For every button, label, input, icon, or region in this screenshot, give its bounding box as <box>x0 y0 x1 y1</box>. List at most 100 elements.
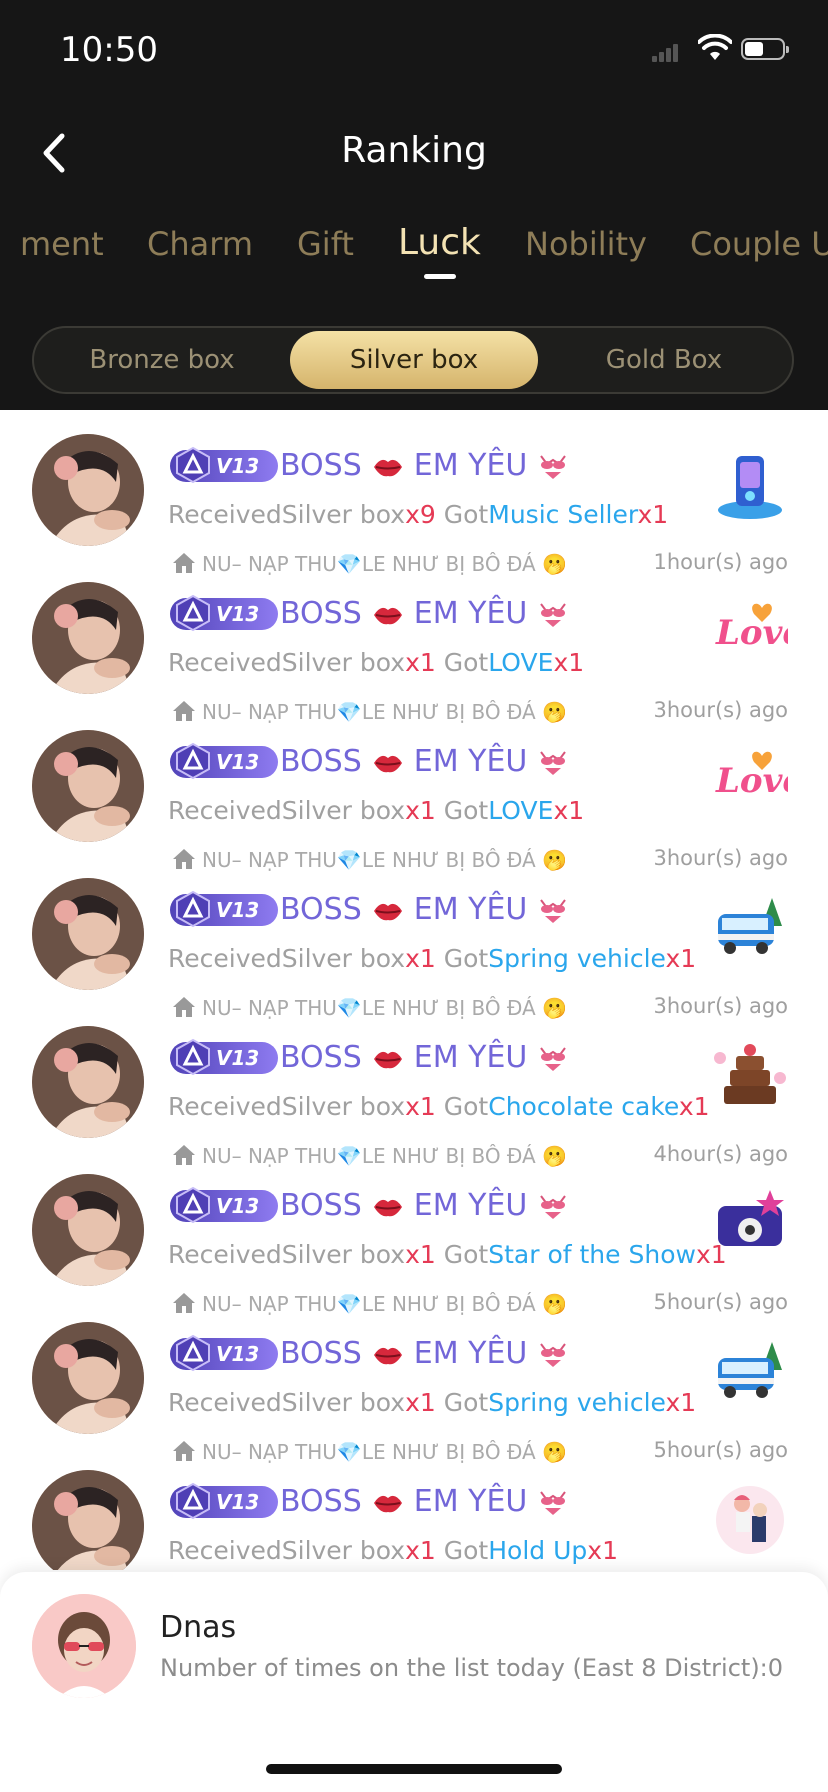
gift-name: Spring vehicle <box>488 944 666 973</box>
ranking-tabs: ment Charm Gift Luck Nobility Couple U <box>0 220 828 280</box>
tab-nobility[interactable]: Nobility <box>525 225 647 263</box>
user-name[interactable]: BOSS EM YÊU <box>280 1484 579 1519</box>
spring-vehicle-gift-icon <box>712 890 788 966</box>
music-seller-gift-icon <box>712 446 788 522</box>
user-name-prefix: BOSS <box>280 596 362 631</box>
vip-level-badge: V13 <box>170 446 278 484</box>
avatar[interactable] <box>32 1174 144 1286</box>
got-label: Got <box>443 1536 489 1565</box>
user-name-suffix: EM YÊU <box>413 596 528 631</box>
reward-description: ReceivedSilver boxx1 GotSpring vehiclex1 <box>168 944 696 973</box>
list-item[interactable]: V13 BOSS EM YÊU ReceivedSilver boxx1 GotL… <box>0 558 828 724</box>
gift-name: LOVE <box>488 648 554 677</box>
tab-charm[interactable]: Charm <box>147 225 253 263</box>
box-count: x1 <box>405 944 436 973</box>
box-name: Silver box <box>281 796 406 825</box>
box-count: x1 <box>405 796 436 825</box>
user-name-prefix: BOSS <box>280 1484 362 1519</box>
user-name[interactable]: BOSS EM YÊU <box>280 892 579 927</box>
active-tab-indicator <box>424 274 456 279</box>
level-gem-icon <box>176 890 210 928</box>
silver-box-button[interactable]: Silver box <box>290 331 538 389</box>
user-name[interactable]: BOSS EM YÊU <box>280 596 579 631</box>
vip-level-badge: V13 <box>170 1334 278 1372</box>
reward-description: ReceivedSilver boxx1 GotHold Upx1 <box>168 1536 618 1565</box>
received-label: Received <box>168 648 282 677</box>
bikini-icon <box>540 1194 567 1219</box>
gold-box-button[interactable]: Gold Box <box>540 331 788 389</box>
user-name[interactable]: BOSS EM YÊU <box>280 448 579 483</box>
list-item[interactable]: V13 BOSS EM YÊU ReceivedSilver boxx1 GotC… <box>0 1002 828 1168</box>
user-name[interactable]: BOSS EM YÊU <box>280 1040 579 1075</box>
avatar[interactable] <box>32 730 144 842</box>
battery-icon <box>741 38 789 60</box>
bikini-icon <box>540 1046 567 1071</box>
lips-icon <box>373 459 402 476</box>
status-time: 10:50 <box>60 30 158 70</box>
list-item[interactable]: V13 BOSS EM YÊU ReceivedSilver boxx1 GotS… <box>0 1150 828 1316</box>
tab-couple[interactable]: Couple U <box>690 225 828 263</box>
lips-icon <box>373 755 402 772</box>
avatar[interactable] <box>32 434 144 546</box>
received-label: Received <box>168 1240 282 1269</box>
page-title: Ranking <box>341 130 487 171</box>
gift-name: LOVE <box>488 796 554 825</box>
list-item[interactable]: V13 BOSS EM YÊU ReceivedSilver boxx1 GotS… <box>0 854 828 1020</box>
list-item[interactable]: V13 BOSS EM YÊU ReceivedSilver boxx1 GotS… <box>0 1298 828 1464</box>
reward-description: ReceivedSilver boxx1 GotLOVEx1 <box>168 796 584 825</box>
tab-luck[interactable]: Luck <box>398 222 481 263</box>
box-count: x1 <box>405 648 436 677</box>
box-name: Silver box <box>281 1240 406 1269</box>
user-name-suffix: EM YÊU <box>413 1484 528 1519</box>
user-name-suffix: EM YÊU <box>413 1040 528 1075</box>
my-avatar[interactable] <box>32 1594 136 1698</box>
box-count: x1 <box>405 1388 436 1417</box>
status-bar: 10:50 <box>0 0 828 100</box>
list-item[interactable]: V13 BOSS EM YÊU ReceivedSilver boxx1 GotL… <box>0 706 828 872</box>
level-text: V13 <box>216 1490 260 1514</box>
user-name[interactable]: BOSS EM YÊU <box>280 1188 579 1223</box>
tab-gift[interactable]: Gift <box>297 225 354 263</box>
reward-description: ReceivedSilver boxx9 GotMusic Sellerx1 <box>168 500 668 529</box>
user-name-prefix: BOSS <box>280 448 362 483</box>
bikini-icon <box>540 602 567 627</box>
vip-level-badge: V13 <box>170 594 278 632</box>
reward-description: ReceivedSilver boxx1 GotSpring vehiclex1 <box>168 1388 696 1417</box>
avatar[interactable] <box>32 1470 144 1570</box>
wifi-icon <box>698 34 732 60</box>
level-gem-icon <box>176 594 210 632</box>
gift-name: Chocolate cake <box>488 1092 679 1121</box>
love-gift-icon: Love <box>712 742 804 818</box>
home-indicator[interactable] <box>266 1764 562 1774</box>
user-name-suffix: EM YÊU <box>413 1188 528 1223</box>
avatar[interactable] <box>32 582 144 694</box>
tab-ment[interactable]: ment <box>20 225 104 263</box>
hold-up-gift-icon <box>712 1482 788 1558</box>
box-name: Silver box <box>281 1536 406 1565</box>
user-name[interactable]: BOSS EM YÊU <box>280 744 579 779</box>
list-item[interactable]: V13 BOSS EM YÊU ReceivedSilver boxx1 GotH… <box>0 1446 828 1570</box>
lips-icon <box>373 1051 402 1068</box>
user-name-suffix: EM YÊU <box>413 892 528 927</box>
reward-description: ReceivedSilver boxx1 GotStar of the Show… <box>168 1240 727 1269</box>
avatar[interactable] <box>32 878 144 990</box>
received-label: Received <box>168 1092 282 1121</box>
avatar[interactable] <box>32 1026 144 1138</box>
box-name: Silver box <box>281 944 406 973</box>
level-text: V13 <box>216 1194 260 1218</box>
user-name-prefix: BOSS <box>280 744 362 779</box>
level-text: V13 <box>216 454 260 478</box>
ranking-list[interactable]: V13 BOSS EM YÊU ReceivedSilver boxx9 GotM… <box>0 410 828 1570</box>
list-item[interactable]: V13 BOSS EM YÊU ReceivedSilver boxx9 GotM… <box>0 410 828 576</box>
user-name-prefix: BOSS <box>280 1188 362 1223</box>
user-name[interactable]: BOSS EM YÊU <box>280 1336 579 1371</box>
vip-level-badge: V13 <box>170 890 278 928</box>
level-gem-icon <box>176 1038 210 1076</box>
level-gem-icon <box>176 1186 210 1224</box>
user-name-prefix: BOSS <box>280 892 362 927</box>
avatar[interactable] <box>32 1322 144 1434</box>
level-gem-icon <box>176 446 210 484</box>
box-name: Silver box <box>281 1092 406 1121</box>
bronze-box-button[interactable]: Bronze box <box>38 331 286 389</box>
user-name-suffix: EM YÊU <box>413 1336 528 1371</box>
